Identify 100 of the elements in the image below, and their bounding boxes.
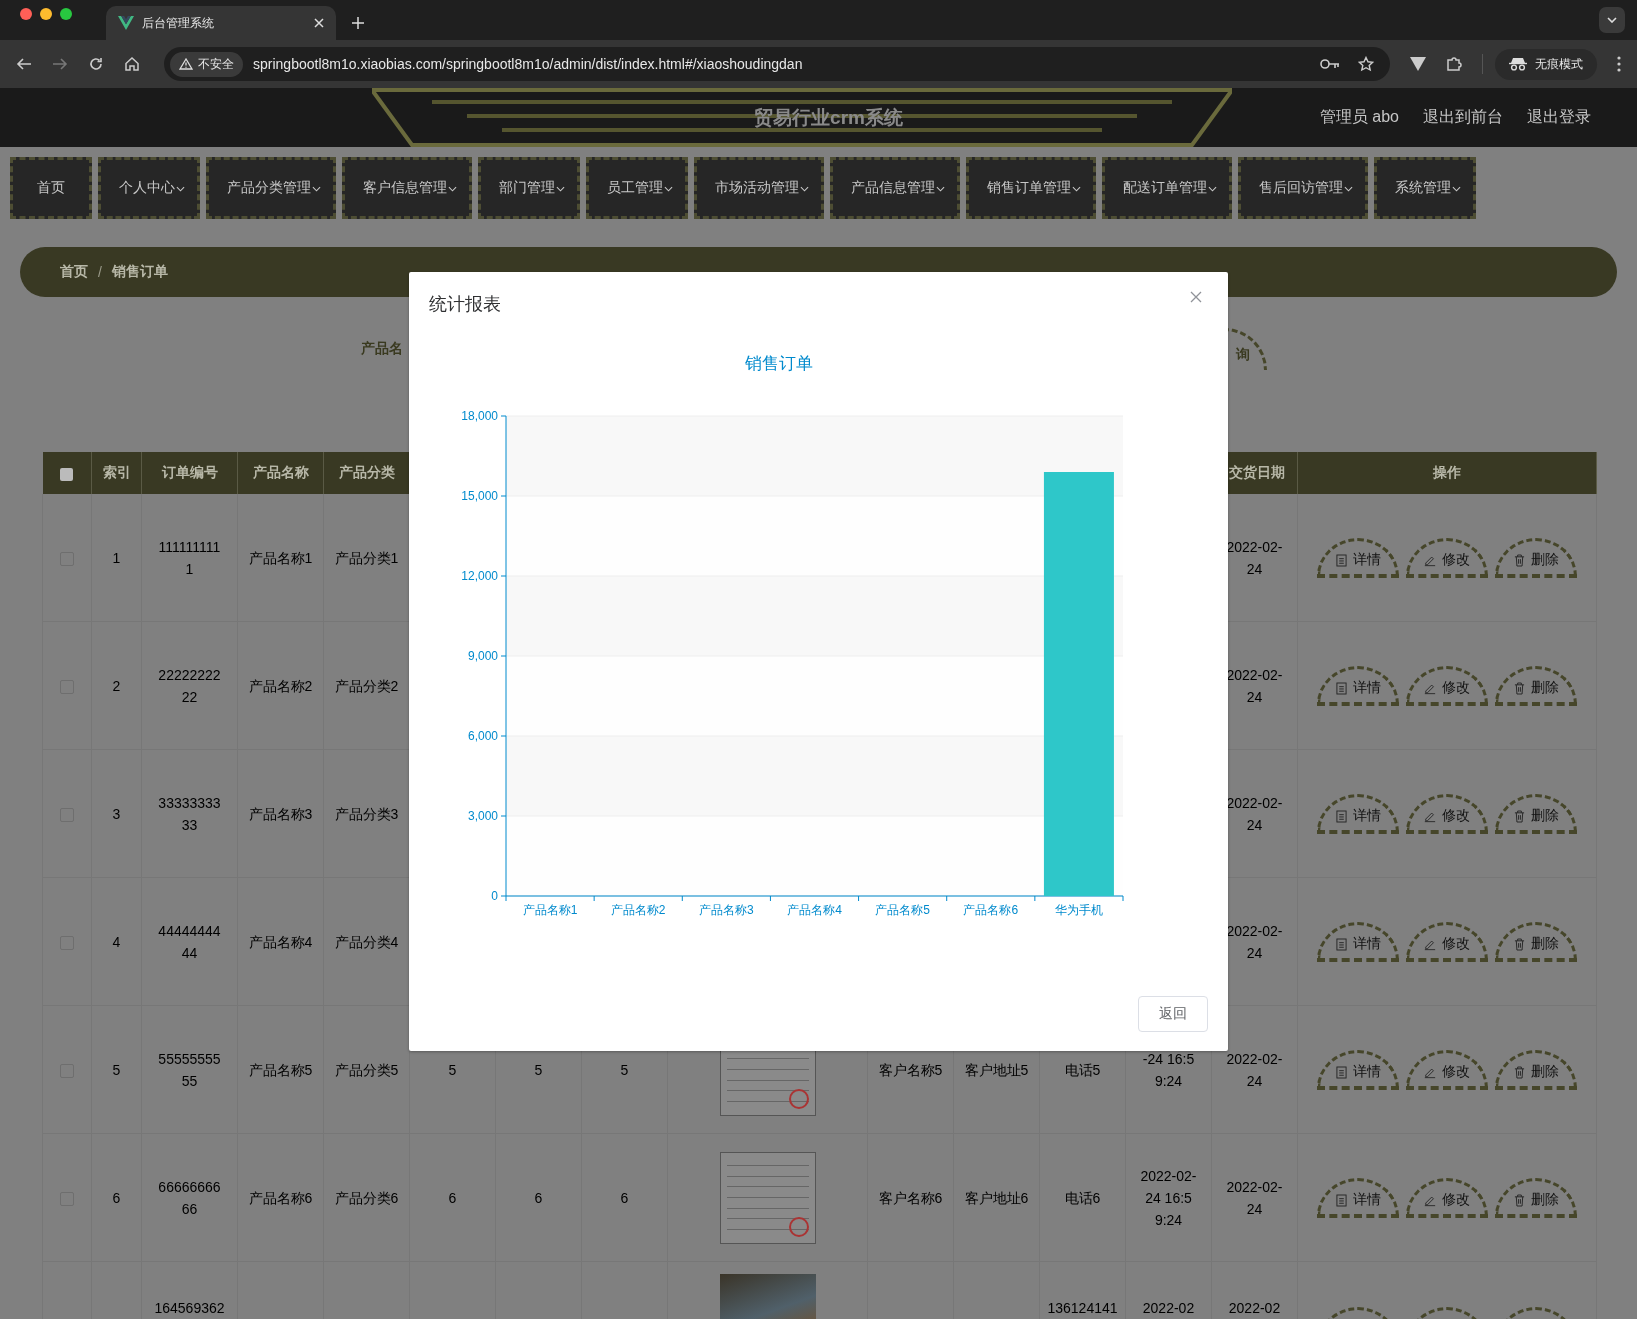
address-bar[interactable]: 不安全 springbootl8m1o.xiaobias.com/springbootl8m1o/admin/dist/index.html#/xiaoshoudingdan (164, 47, 1390, 81)
table-cell: 2022-02-24 (1226, 1050, 1283, 1089)
star-icon[interactable] (1358, 56, 1374, 72)
nav-menu-item[interactable]: 市场活动管理 (694, 157, 824, 219)
table-cell: 2022-02 (1142, 1300, 1195, 1316)
document-icon (1335, 937, 1347, 951)
key-icon[interactable] (1320, 58, 1340, 70)
delete-button[interactable]: 删除 (1495, 793, 1577, 834)
tab-search-button[interactable] (1599, 7, 1625, 33)
select-all-checkbox[interactable] (60, 467, 74, 481)
x-tick-label: 华为手机 (1054, 903, 1103, 917)
detail-button[interactable]: 详情 (1317, 665, 1399, 706)
puzzle-icon[interactable] (1446, 56, 1462, 72)
delete-button[interactable]: 删除 (1495, 1049, 1577, 1090)
table-cell: 136124141 (1047, 1300, 1118, 1316)
document-icon (1335, 1065, 1347, 1079)
new-tab-icon[interactable] (352, 17, 364, 29)
nav-menu-item[interactable]: 首页 (10, 157, 92, 219)
nav-menu-item[interactable]: 部门管理 (478, 157, 580, 219)
detail-button[interactable]: 详情 (1317, 1049, 1399, 1090)
security-label: 不安全 (198, 55, 234, 73)
nav-menu-item[interactable]: 产品分类管理 (206, 157, 336, 219)
table-cell: 2022-02-24 (1226, 666, 1283, 705)
back-icon[interactable] (16, 56, 32, 72)
nav-menu-item[interactable]: 系统管理 (1374, 157, 1476, 219)
table-cell: 产品名称4 (248, 933, 313, 950)
delete-button[interactable]: 删除 (1495, 921, 1577, 962)
chart-title: 销售订单 (745, 354, 813, 373)
nav-menu-item[interactable]: 配送订单管理 (1102, 157, 1232, 219)
incognito-chip[interactable]: 无痕模式 (1495, 48, 1597, 80)
table-cell: 5555555555 (158, 1050, 221, 1089)
table-cell: 客户名称6 (878, 1189, 943, 1206)
browser-tab[interactable]: 后台管理系统 (106, 6, 336, 40)
edit-button[interactable]: 修改 (1406, 665, 1488, 706)
y-tick-label: 3,000 (467, 809, 498, 823)
table-cell: 产品名称3 (248, 805, 313, 822)
nav-menu-item[interactable]: 员工管理 (586, 157, 688, 219)
detail-button[interactable]: 详情 (1317, 537, 1399, 578)
nav-menu-item[interactable]: 产品信息管理 (830, 157, 960, 219)
nav-menu-item[interactable]: 个人中心 (98, 157, 200, 219)
delete-button[interactable]: 删除 (1495, 665, 1577, 706)
table-cell: 客户名称5 (878, 1061, 943, 1078)
home-icon[interactable] (124, 56, 140, 72)
header-link[interactable]: 退出登录 (1527, 107, 1591, 128)
reload-icon[interactable] (88, 56, 104, 72)
header-link[interactable]: 退出到前台 (1423, 107, 1503, 128)
forward-icon[interactable] (52, 56, 68, 72)
edit-button[interactable]: 修改 (1406, 537, 1488, 578)
nav-menu-item[interactable]: 售后回访管理 (1238, 157, 1368, 219)
table-cell: 2 (112, 677, 121, 694)
edit-button[interactable]: 修改 (1406, 1049, 1488, 1090)
trash-icon (1513, 681, 1525, 695)
maximize-window-button[interactable] (60, 7, 72, 20)
trash-icon (1513, 553, 1525, 567)
table-cell: 2022-02-24 (1226, 794, 1283, 833)
table-cell: 电话5 (1064, 1061, 1101, 1078)
delete-button[interactable]: 删除 (1495, 1177, 1577, 1218)
table-cell: 产品分类4 (334, 933, 399, 950)
security-chip[interactable]: 不安全 (170, 51, 243, 77)
x-tick-label: 产品名称3 (699, 903, 754, 917)
table-cell: 2022-02-24 16:59:24 (1140, 1167, 1197, 1228)
table-cell: 5 (620, 1061, 629, 1078)
table-cell: 2022-02 (1228, 1300, 1281, 1316)
tab-title: 后台管理系统 (142, 14, 215, 32)
back-button[interactable]: 返回 (1138, 996, 1208, 1032)
table-cell: 6 (448, 1189, 457, 1206)
delete-button[interactable]: 删除 (1495, 537, 1577, 578)
table-cell: 产品分类5 (334, 1061, 399, 1078)
table-cell: 产品分类2 (334, 677, 399, 694)
table-cell: 2022-02-24 (1226, 1178, 1283, 1217)
nav-menu-item[interactable]: 客户信息管理 (342, 157, 472, 219)
minimize-window-button[interactable] (40, 7, 52, 20)
detail-button[interactable]: 详情 (1317, 921, 1399, 962)
detail-button[interactable]: 详情 (1317, 1177, 1399, 1218)
menu-icon[interactable] (1617, 56, 1621, 72)
extension-icon[interactable] (1410, 57, 1426, 71)
x-tick-label: 产品名称6 (963, 903, 1019, 917)
breadcrumb-item[interactable]: 销售订单 (111, 263, 168, 281)
table-cell: 产品名称5 (248, 1061, 313, 1078)
table-cell: 产品名称6 (248, 1189, 313, 1206)
y-tick-label: 15,000 (461, 489, 498, 503)
chevron-down-icon (1607, 17, 1617, 23)
close-window-button[interactable] (20, 7, 32, 20)
url-text: springbootl8m1o.xiaobias.com/springbootl8m1o/admin/dist/index.html#/xiaoshoudingdan (253, 56, 803, 72)
table-cell: 5 (112, 1061, 121, 1078)
edit-button[interactable]: 修改 (1406, 1177, 1488, 1218)
table-cell: 3333333333 (158, 794, 221, 833)
breadcrumb-item[interactable]: 首页 (60, 263, 88, 281)
detail-button[interactable]: 详情 (1317, 793, 1399, 834)
edit-button[interactable]: 修改 (1406, 793, 1488, 834)
table-cell: -24 16:59:24 (1142, 1050, 1195, 1089)
document-icon (1335, 553, 1347, 567)
trash-icon (1513, 1065, 1525, 1079)
table-cell: 2222222222 (158, 666, 221, 705)
v-logo-icon (118, 16, 134, 30)
table-cell: 164569362 (154, 1300, 225, 1316)
edit-button[interactable]: 修改 (1406, 921, 1488, 962)
header-link[interactable]: 管理员 abo (1319, 107, 1399, 128)
nav-menu-item[interactable]: 销售订单管理 (966, 157, 1096, 219)
warning-icon (179, 58, 193, 70)
